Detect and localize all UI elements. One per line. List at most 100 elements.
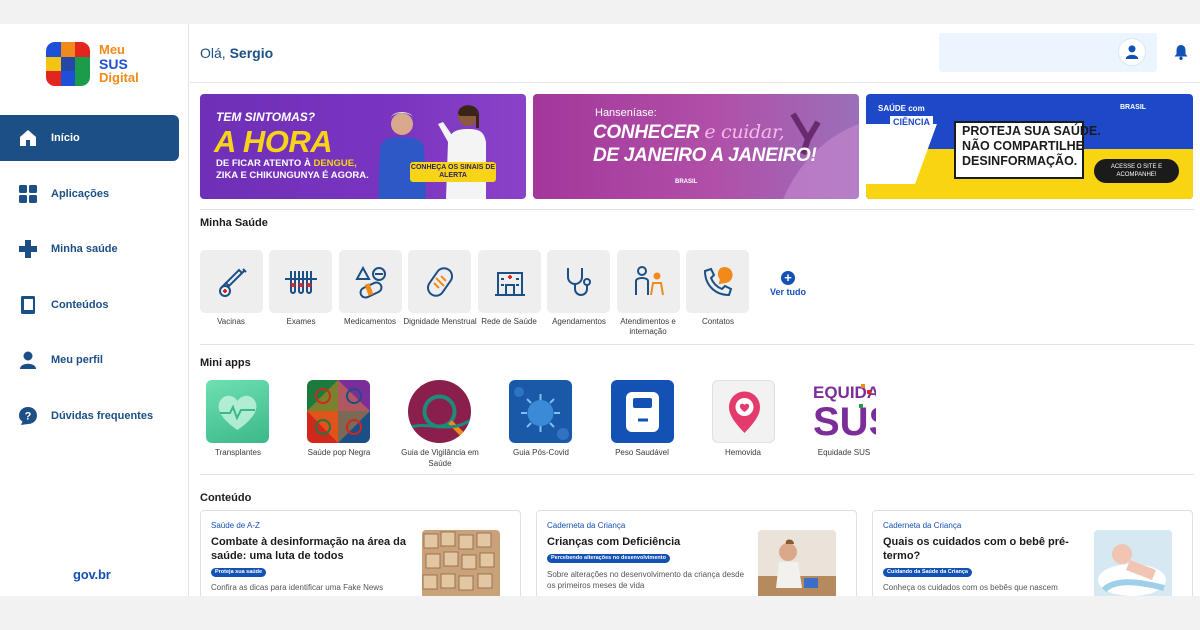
content-card[interactable]: Saúde de A-Z Combate à desinformação na … bbox=[200, 510, 521, 596]
blood-drop-pin-icon bbox=[729, 391, 760, 433]
card-category: Caderneta da Criança bbox=[883, 521, 962, 530]
tile-vacinas[interactable] bbox=[200, 250, 263, 313]
sidebar-item-label: Minha saúde bbox=[51, 243, 118, 256]
logo-text: Meu SUS Digital bbox=[99, 43, 139, 85]
vigilancia-icon bbox=[408, 394, 471, 440]
app-label: Peso Saudável bbox=[615, 448, 669, 457]
health-cross-icon bbox=[18, 239, 38, 259]
tile-contatos[interactable] bbox=[686, 250, 749, 313]
app-saude-pop-negra[interactable] bbox=[307, 380, 370, 443]
banner-headline: A HORA bbox=[214, 124, 333, 159]
content-card[interactable]: Caderneta da Criança Quais os cuidados c… bbox=[872, 510, 1193, 596]
see-all-label: Ver tudo bbox=[769, 287, 806, 297]
sidebar-nav: Início Aplicações Minha saúde Conteúdos bbox=[0, 115, 189, 449]
tile-label: Exames bbox=[286, 317, 316, 326]
banner-message-line: DESINFORMAÇÃO. bbox=[962, 154, 1078, 168]
divider bbox=[200, 344, 1194, 345]
banner-headline-1: CONHECER e cuidar, bbox=[593, 121, 785, 144]
banner-dengue[interactable]: TEM SINTOMAS? A HORA DE FICAR ATENTO À D… bbox=[200, 94, 526, 199]
tile-label: Medicamentos bbox=[343, 317, 397, 326]
tile-label: Rede de Saúde bbox=[481, 317, 537, 326]
app-hemovida[interactable] bbox=[712, 380, 775, 443]
user-name: Sergio bbox=[229, 45, 274, 61]
tile-dignidade-menstrual[interactable] bbox=[408, 250, 471, 313]
heart-pulse-icon bbox=[218, 395, 257, 430]
pop-negra-icon bbox=[307, 380, 370, 443]
patient-icon bbox=[634, 265, 664, 295]
banner-hanseniase[interactable]: Hanseníase: CONHECER e cuidar, DE JANEIR… bbox=[533, 94, 859, 199]
tile-label: Contatos bbox=[701, 317, 735, 326]
banner-ciencia-badge: CIÊNCIA bbox=[890, 116, 934, 128]
app-guia-vigilancia[interactable] bbox=[408, 380, 471, 443]
sidebar-item-conteudos[interactable]: Conteúdos bbox=[0, 282, 179, 328]
app-equidade-sus[interactable]: EQUIDA SUS bbox=[813, 380, 876, 443]
person-icon bbox=[1125, 45, 1139, 59]
tile-atendimentos[interactable] bbox=[617, 250, 680, 313]
banner-kicker: Hanseníase: bbox=[595, 107, 657, 119]
banner-saude-com-ciencia[interactable]: SAÚDE com CIÊNCIA BRASIL PROTEJA SUA SAÚ… bbox=[866, 94, 1193, 199]
card-thumbnail-letter-blocks bbox=[422, 530, 500, 596]
banner-subline-1b: DENGUE, bbox=[313, 158, 357, 169]
tile-agendamentos[interactable] bbox=[547, 250, 610, 313]
see-all-button[interactable]: + Ver tudo bbox=[766, 271, 810, 298]
banner-tag: TEM SINTOMAS? bbox=[216, 110, 316, 124]
sidebar-item-label: Conteúdos bbox=[51, 298, 109, 311]
sidebar-item-meu-perfil[interactable]: Meu perfil bbox=[0, 337, 179, 383]
app-transplantes[interactable] bbox=[206, 380, 269, 443]
banner-message-line: NÃO COMPARTILHE bbox=[962, 139, 1084, 153]
banner-message-line: PROTEJA SUA SAÚDE. bbox=[962, 124, 1101, 138]
app-label: Saúde pop Negra bbox=[307, 448, 371, 457]
section-title-minha-saude: Minha Saúde bbox=[200, 217, 268, 229]
divider bbox=[200, 209, 1194, 210]
meu-sus-digital-logo[interactable]: Meu SUS Digital bbox=[46, 42, 156, 88]
tile-medicamentos[interactable] bbox=[339, 250, 402, 313]
user-profile-button[interactable] bbox=[1118, 38, 1146, 66]
sidebar-item-inicio[interactable]: Início bbox=[0, 115, 179, 161]
stethoscope-icon bbox=[566, 267, 591, 296]
banner-cta-button[interactable]: ACESSE O SITE E ACOMPANHE! bbox=[1094, 159, 1179, 183]
sidebar-item-label: Meu perfil bbox=[51, 354, 103, 367]
banner-headline-1a: CONHECER bbox=[593, 122, 705, 143]
sidebar-item-minha-saude[interactable]: Minha saúde bbox=[0, 226, 179, 272]
sidebar: Meu SUS Digital Início Aplicações Minha … bbox=[0, 24, 189, 596]
card-tag: Percebendo alterações no desenvolvimento bbox=[547, 554, 670, 563]
card-title: Combate à desinformação na área da saúde… bbox=[211, 536, 407, 562]
banner-message: PROTEJA SUA SAÚDE. NÃO COMPARTILHE DESIN… bbox=[962, 124, 1101, 169]
card-thumbnail-child bbox=[758, 530, 836, 596]
card-description: Conheça os cuidados com os bebês que nas… bbox=[883, 583, 1058, 592]
content-card[interactable]: Caderneta da Criança Crianças com Defici… bbox=[536, 510, 857, 596]
govbr-logo[interactable]: gov.br bbox=[73, 567, 111, 582]
sidebar-item-aplicacoes[interactable]: Aplicações bbox=[0, 171, 179, 217]
greeting-text: Olá, bbox=[200, 45, 226, 61]
book-icon bbox=[18, 295, 38, 315]
doctor-illustration-icon bbox=[438, 105, 486, 199]
card-thumbnail-baby bbox=[1094, 530, 1172, 596]
app-frame: Meu SUS Digital Início Aplicações Minha … bbox=[0, 24, 1200, 596]
sidebar-item-label: Aplicações bbox=[51, 187, 110, 200]
card-tag: Cuidando da Saúde da Criança bbox=[883, 568, 972, 577]
card-title: Crianças com Deficiência bbox=[547, 536, 681, 548]
card-title: Quais os cuidados com o bebê pré-termo? bbox=[883, 536, 1069, 562]
notifications-bell-icon[interactable] bbox=[1173, 44, 1189, 60]
sidebar-item-duvidas-frequentes[interactable]: ? Dúvidas frequentes bbox=[0, 393, 179, 439]
app-label: Equidade SUS bbox=[817, 448, 871, 457]
section-title-conteudo: Conteúdo bbox=[200, 492, 252, 504]
logo-word-digital: Digital bbox=[99, 70, 139, 85]
card-description: Sobre alterações no desenvolvimento da c… bbox=[547, 570, 745, 590]
vaccine-icon bbox=[218, 267, 247, 297]
logo-word-sus: SUS bbox=[99, 56, 128, 72]
tile-label: Atendimentos e internação bbox=[620, 317, 676, 336]
banner-cta-button[interactable]: CONHEÇA OS SINAIS DE ALERTA bbox=[410, 162, 496, 182]
tile-label: Dignidade Menstrual bbox=[403, 317, 477, 326]
tile-exames[interactable] bbox=[269, 250, 332, 313]
tile-rede-de-saude[interactable] bbox=[478, 250, 541, 313]
card-description: Confira as dicas para identificar uma Fa… bbox=[211, 583, 384, 592]
app-peso-saudavel[interactable] bbox=[611, 380, 674, 443]
app-guia-pos-covid[interactable] bbox=[509, 380, 572, 443]
banner-subline-2: ZIKA E CHIKUNGUNYA É AGORA. bbox=[216, 170, 369, 181]
app-label: Hemovida bbox=[724, 448, 761, 457]
top-header: Olá, Sergio bbox=[190, 24, 1200, 83]
banner-subline-1: DE FICAR ATENTO À DENGUE, bbox=[216, 158, 357, 169]
card-tag: Proteja sua saúde bbox=[211, 568, 267, 577]
banner-gov-logo: BRASIL bbox=[1120, 104, 1147, 111]
